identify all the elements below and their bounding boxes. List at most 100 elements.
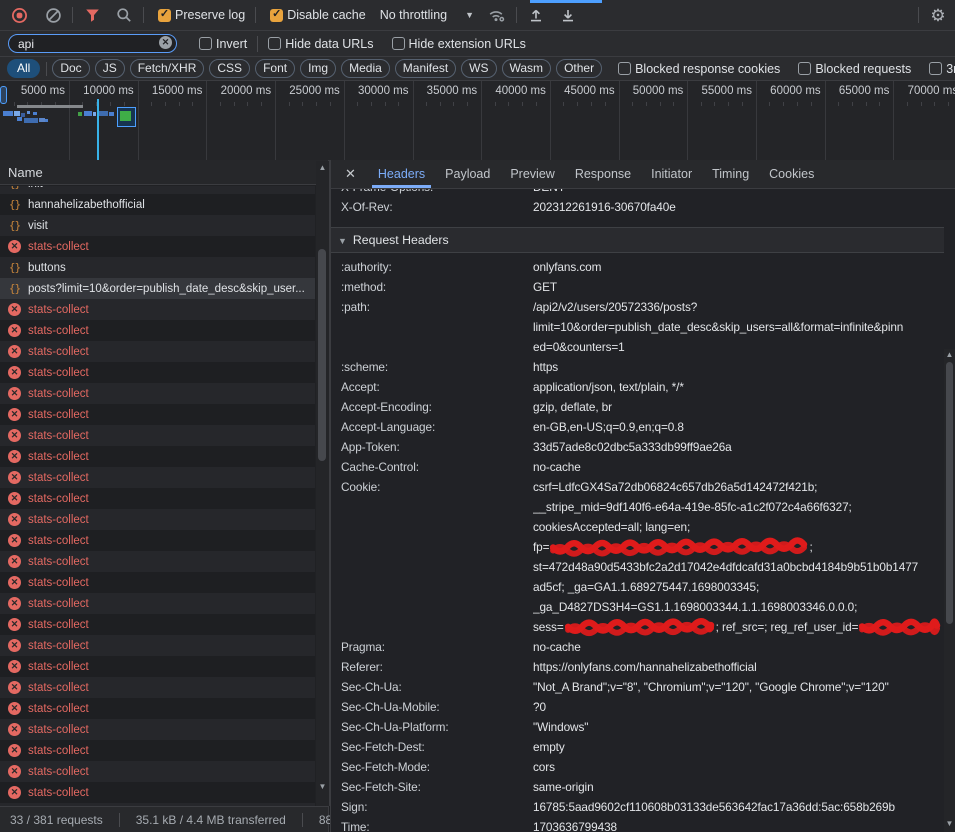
- settings-button[interactable]: ⚙: [925, 2, 951, 28]
- scrollbar-thumb[interactable]: [946, 362, 953, 624]
- request-row[interactable]: ✕stats-collect: [0, 635, 315, 656]
- type-filter-media[interactable]: Media: [341, 59, 390, 78]
- request-row[interactable]: ✕stats-collect: [0, 509, 315, 530]
- request-row[interactable]: ✕stats-collect: [0, 593, 315, 614]
- chevron-down-icon[interactable]: ▼: [465, 10, 474, 20]
- disable-cache-label[interactable]: Disable cache: [287, 8, 366, 22]
- request-row[interactable]: ✕stats-collect: [0, 383, 315, 404]
- type-filter-manifest[interactable]: Manifest: [395, 59, 456, 78]
- close-icon[interactable]: ✕: [331, 166, 368, 182]
- scroll-up-icon[interactable]: ▲: [944, 350, 955, 360]
- request-row[interactable]: ✕stats-collect: [0, 698, 315, 719]
- type-filter-js[interactable]: JS: [95, 59, 125, 78]
- request-row[interactable]: ✕stats-collect: [0, 341, 315, 362]
- request-row[interactable]: ✕stats-collect: [0, 404, 315, 425]
- throttling-select[interactable]: No throttling: [380, 8, 447, 22]
- filter-input[interactable]: [8, 34, 177, 53]
- tab-preview[interactable]: Preview: [500, 160, 564, 188]
- request-row[interactable]: ✕stats-collect: [0, 740, 315, 761]
- type-filter-all[interactable]: All: [7, 59, 40, 78]
- invert-checkbox[interactable]: [199, 37, 212, 50]
- preserve-log-checkbox[interactable]: ✓: [158, 9, 171, 22]
- request-row[interactable]: ✕stats-collect: [0, 614, 315, 635]
- export-har-button[interactable]: [555, 2, 581, 28]
- request-row[interactable]: ✕stats-collect: [0, 446, 315, 467]
- hide-extension-urls-checkbox[interactable]: [392, 37, 405, 50]
- header-row: Accept-Encoding:gzip, deflate, br: [331, 397, 944, 417]
- checkbox-label[interactable]: Blocked requests: [815, 62, 911, 76]
- tab-response[interactable]: Response: [565, 160, 641, 188]
- request-row[interactable]: ✕stats-collect: [0, 236, 315, 257]
- preserve-log-label[interactable]: Preserve log: [175, 8, 245, 22]
- request-row[interactable]: ✕stats-collect: [0, 719, 315, 740]
- request-row[interactable]: {}init: [0, 186, 315, 194]
- hide-extension-urls-label[interactable]: Hide extension URLs: [409, 37, 526, 51]
- header-value-line: "Not_A Brand";v="8", "Chromium";v="120",…: [533, 677, 944, 697]
- scroll-up-icon[interactable]: ▲: [316, 163, 329, 173]
- type-filter-css[interactable]: CSS: [209, 59, 250, 78]
- request-row[interactable]: {}buttons: [0, 257, 315, 278]
- hide-data-urls-label[interactable]: Hide data URLs: [285, 37, 373, 51]
- request-row[interactable]: ✕stats-collect: [0, 656, 315, 677]
- 3rd-party-requests-checkbox[interactable]: [929, 62, 942, 75]
- overview-minor-tick: [330, 102, 331, 106]
- tab-timing[interactable]: Timing: [702, 160, 759, 188]
- scroll-down-icon[interactable]: ▼: [316, 782, 329, 792]
- request-row[interactable]: ✕stats-collect: [0, 320, 315, 341]
- request-row[interactable]: ✕stats-collect: [0, 572, 315, 593]
- network-overview-timeline[interactable]: 5000 ms10000 ms15000 ms20000 ms25000 ms3…: [0, 81, 955, 161]
- tab-initiator[interactable]: Initiator: [641, 160, 702, 188]
- request-row[interactable]: ✕stats-collect: [0, 677, 315, 698]
- type-filter-img[interactable]: Img: [300, 59, 336, 78]
- disable-cache-checkbox[interactable]: ✓: [270, 9, 283, 22]
- overview-minor-tick: [440, 102, 441, 106]
- request-row[interactable]: ✕stats-collect: [0, 530, 315, 551]
- clear-filter-icon[interactable]: ✕: [159, 36, 172, 49]
- type-filter-font[interactable]: Font: [255, 59, 295, 78]
- type-filter-ws[interactable]: WS: [461, 59, 496, 78]
- request-name: stats-collect: [28, 514, 89, 526]
- blocked-requests-checkbox[interactable]: [798, 62, 811, 75]
- hide-data-urls-checkbox[interactable]: [268, 37, 281, 50]
- type-filter-doc[interactable]: Doc: [52, 59, 89, 78]
- request-row[interactable]: {}posts?limit=10&order=publish_date_desc…: [0, 278, 315, 299]
- tab-headers[interactable]: Headers: [368, 160, 435, 188]
- details-scrollbar[interactable]: ▲ ▼: [944, 349, 955, 832]
- request-row[interactable]: ✕stats-collect: [0, 299, 315, 320]
- request-row[interactable]: ✕stats-collect: [0, 425, 315, 446]
- type-filter-wasm[interactable]: Wasm: [502, 59, 552, 78]
- request-list-scrollbar[interactable]: ▲ ▼: [316, 161, 330, 806]
- type-filter-other[interactable]: Other: [556, 59, 602, 78]
- checkbox-label[interactable]: Blocked response cookies: [635, 62, 780, 76]
- search-button[interactable]: [111, 2, 137, 28]
- import-har-button[interactable]: [523, 2, 549, 28]
- request-row[interactable]: ✕stats-collect: [0, 782, 315, 803]
- request-row[interactable]: ✕stats-collect: [0, 551, 315, 572]
- request-row[interactable]: {}hannahelizabethofficial: [0, 194, 315, 215]
- request-row[interactable]: ✕stats-collect: [0, 488, 315, 509]
- request-row[interactable]: ✕stats-collect: [0, 467, 315, 488]
- request-row[interactable]: {}visit: [0, 215, 315, 236]
- header-value-text: ad5cf; _ga=GA1.1.689275447.1698003345;: [533, 580, 759, 594]
- scroll-down-icon[interactable]: ▼: [944, 819, 955, 829]
- network-conditions-button[interactable]: [484, 2, 510, 28]
- tab-cookies[interactable]: Cookies: [759, 160, 824, 188]
- clear-button[interactable]: [40, 2, 66, 28]
- record-button[interactable]: [6, 2, 32, 28]
- request-row[interactable]: ✕stats-collect: [0, 761, 315, 782]
- checkbox-label[interactable]: 3rd-party requests: [946, 62, 955, 76]
- invert-label[interactable]: Invert: [216, 37, 247, 51]
- blocked-response-cookies-checkbox[interactable]: [618, 62, 631, 75]
- filter-toggle-button[interactable]: [79, 2, 105, 28]
- request-row[interactable]: ✕stats-collect: [0, 362, 315, 383]
- header-name: App-Token:: [341, 437, 533, 457]
- overview-minor-tick: [660, 102, 661, 106]
- name-column-header[interactable]: Name: [0, 160, 329, 185]
- overview-tick-label: 45000 ms: [541, 85, 615, 97]
- tab-payload[interactable]: Payload: [435, 160, 500, 188]
- header-value-line: 33d57ade8c02dbc5a333db99ff9ae26a: [533, 437, 944, 457]
- header-value-line: __stripe_mid=9df140f6-e64a-419e-85fc-a1c…: [533, 497, 944, 517]
- type-filter-fetch-xhr[interactable]: Fetch/XHR: [130, 59, 205, 78]
- request-headers-section-header[interactable]: ▼Request Headers: [331, 227, 944, 253]
- scrollbar-thumb[interactable]: [318, 249, 326, 461]
